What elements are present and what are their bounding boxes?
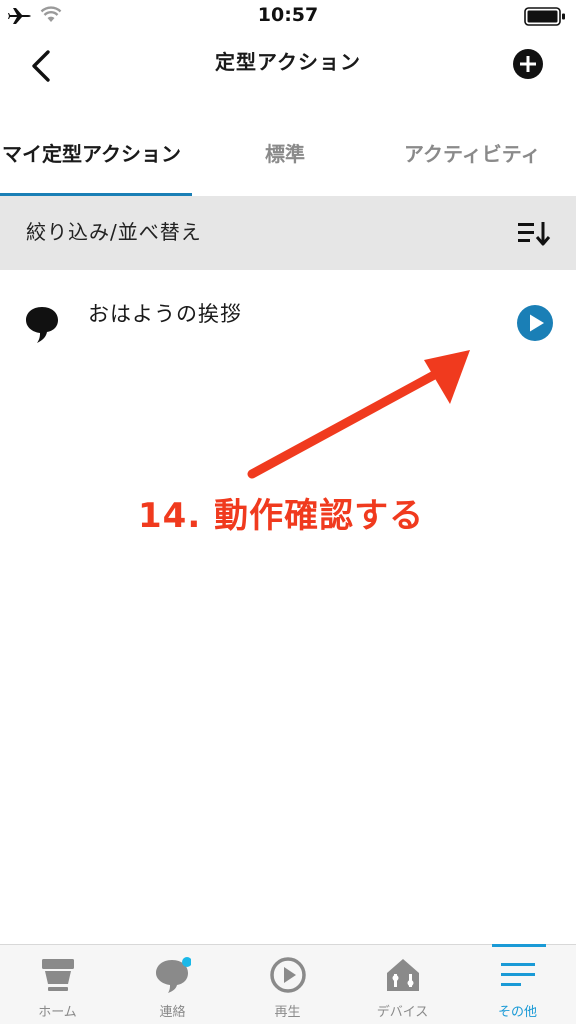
nav-more[interactable]: その他 bbox=[460, 945, 575, 1024]
nav-home[interactable]: ホーム bbox=[0, 945, 115, 1024]
annotation-label: 14. 動作確認する bbox=[138, 496, 425, 536]
nav-contacts[interactable]: 連絡 bbox=[115, 945, 230, 1024]
nav-play[interactable]: 再生 bbox=[230, 945, 345, 1024]
play-routine-icon[interactable] bbox=[516, 304, 554, 342]
filter-sort-label: 絞り込み/並べ替え bbox=[26, 220, 202, 244]
page-title: 定型アクション bbox=[215, 50, 361, 74]
status-time: 10:57 bbox=[257, 4, 319, 26]
battery-icon bbox=[524, 7, 565, 26]
speech-bubble-icon bbox=[26, 307, 58, 343]
filter-sort-bar[interactable]: 絞り込み/並べ替え bbox=[0, 196, 576, 270]
routine-name: おはようの挨拶 bbox=[88, 302, 242, 326]
tab-activity[interactable]: アクティビティ bbox=[404, 138, 541, 167]
status-bar: 10:57 bbox=[0, 0, 576, 34]
tab-standard[interactable]: 標準 bbox=[265, 138, 305, 167]
nav-play-label: 再生 bbox=[274, 1005, 301, 1020]
nav-contacts-label: 連絡 bbox=[159, 1005, 186, 1020]
bottom-nav: ホーム 連絡 再生 デバイス その他 bbox=[0, 944, 576, 1024]
header: 定型アクション bbox=[0, 34, 576, 98]
nav-devices-label: デバイス bbox=[376, 1005, 429, 1020]
chat-icon bbox=[156, 957, 191, 993]
sort-icon[interactable] bbox=[518, 218, 552, 248]
nav-home-label: ホーム bbox=[38, 1005, 77, 1020]
nav-devices[interactable]: デバイス bbox=[345, 945, 460, 1024]
tab-my-routines[interactable]: マイ定型アクション bbox=[2, 138, 181, 167]
tab-bar: マイ定型アクション 標準 アクティビティ bbox=[0, 124, 576, 197]
nav-more-label: その他 bbox=[497, 1005, 537, 1020]
annotation-arrow-icon bbox=[247, 350, 470, 479]
menu-icon bbox=[501, 963, 535, 986]
play-icon bbox=[270, 957, 306, 993]
add-routine-icon[interactable] bbox=[512, 48, 544, 80]
device-icon bbox=[387, 959, 419, 991]
home-icon bbox=[42, 959, 74, 991]
